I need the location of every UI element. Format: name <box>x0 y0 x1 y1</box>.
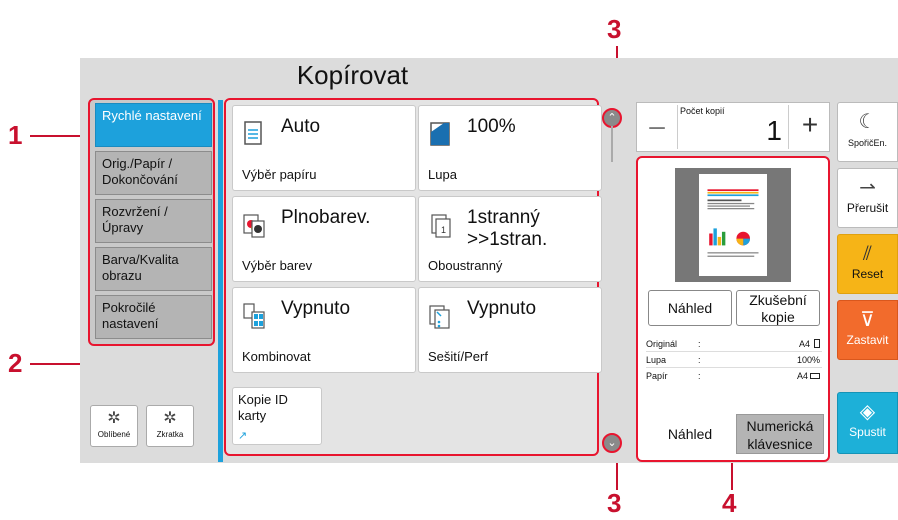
page-title: Kopírovat <box>296 60 409 90</box>
duplex-icon: 1 <box>431 214 451 238</box>
summary-sep: : <box>698 371 701 381</box>
id-card-copy-card[interactable]: Kopie ID karty ↗ <box>232 387 322 445</box>
reset-button[interactable]: ⫽ Reset <box>837 234 898 294</box>
menu-item-quick-setup[interactable]: Rychlé nastavení <box>95 103 212 147</box>
zoom-label: Lupa <box>428 167 457 182</box>
preview-button[interactable]: Náhled <box>648 290 732 326</box>
shortcut-arrow-icon: ↗ <box>238 430 248 442</box>
summary-key: Papír <box>646 371 668 381</box>
callout-4: 4 <box>722 488 737 518</box>
stop-button[interactable]: ⊽ Zastavit <box>837 300 898 360</box>
gear-icon: ✲ <box>107 410 121 427</box>
gear-icon: ✲ <box>163 410 177 427</box>
menu-item-color-quality[interactable]: Barva/Kvalita obrazu <box>95 247 212 291</box>
duplex-card[interactable]: 1 1stranný >>1stran. Oboustranný <box>418 196 602 282</box>
summary-key: Lupa <box>646 355 667 365</box>
callout-1: 1 <box>8 120 23 150</box>
favorites-button[interactable]: ✲ Oblíbené <box>90 405 138 447</box>
id-card-label: Kopie ID karty <box>238 392 288 423</box>
copies-minus-button[interactable]: – <box>639 111 675 141</box>
proof-copy-button[interactable]: Zkušební kopie <box>736 290 820 326</box>
summary-value: 100% <box>796 355 820 365</box>
chevron-up-icon: ⌃ <box>607 112 617 124</box>
interrupt-icon: ⇀ <box>859 177 876 199</box>
callout-3-bottom: 3 <box>607 488 622 518</box>
quick-menu: Rychlé nastavení Orig./Papír / Dokončová… <box>88 98 215 346</box>
zoom-value: 100% <box>467 116 516 137</box>
summary-sep: : <box>698 339 701 349</box>
zoom-icon <box>430 122 450 146</box>
energy-saver-label: SpořičEn. <box>847 138 888 148</box>
start-button[interactable]: ◈ Spustit <box>837 392 898 454</box>
duplex-value: 1stranný >>1stran. <box>467 207 548 250</box>
energy-saver-button[interactable]: ☾ SpořičEn. <box>837 102 898 162</box>
shortcut-button[interactable]: ✲ Zkratka <box>146 405 194 447</box>
preview-panel: Náhled Zkušební kopie Originál : A4 Lupa… <box>636 156 830 462</box>
reset-icon: ⫽ <box>863 243 872 265</box>
start-icon: ◈ <box>859 401 876 423</box>
settings-summary: Originál : A4 Lupa : 100% Papír : A4 <box>646 336 822 384</box>
copies-value: 1 <box>766 115 782 146</box>
combine-card[interactable]: Vypnuto Kombinovat <box>232 287 416 373</box>
callout-4-line <box>731 462 733 490</box>
tab-numeric-keypad[interactable]: Numerická klávesnice <box>736 414 824 454</box>
copies-label: Počet kopií <box>680 106 725 116</box>
color-selection-card[interactable]: Plnobarev. Výběr barev <box>232 196 416 282</box>
copies-input[interactable]: Počet kopií 1 <box>677 105 789 149</box>
duplex-label: Oboustranný <box>428 258 503 273</box>
menu-item-original-paper[interactable]: Orig./Papír / Dokončování <box>95 151 212 195</box>
shortcut-label: Zkratka <box>156 430 184 439</box>
scroll-up-button[interactable]: ⌃ <box>602 108 622 128</box>
summary-value: A4 <box>798 339 810 349</box>
stop-icon: ⊽ <box>860 309 875 331</box>
staple-punch-card[interactable]: Vypnuto Sešití/Perf <box>418 287 602 373</box>
summary-value: A4 <box>796 371 808 381</box>
combine-icon <box>243 303 265 329</box>
staple-value: Vypnuto <box>467 298 537 319</box>
combine-label: Kombinovat <box>242 349 311 364</box>
interrupt-label: Přerušit <box>846 201 889 215</box>
favorites-label: Oblíbené <box>97 430 131 439</box>
callout-3-top: 3 <box>607 14 622 44</box>
summary-row: Lupa : 100% <box>646 352 822 368</box>
copy-count-panel: – Počet kopií 1 + <box>636 102 830 152</box>
menu-item-advanced[interactable]: Pokročilé nastavení <box>95 295 212 339</box>
scrollbar[interactable]: ⌃ ⌄ <box>601 98 623 460</box>
scroll-down-button[interactable]: ⌄ <box>602 433 622 453</box>
staple-icon <box>429 305 450 329</box>
copy-screen: Kopírovat Rychlé nastavení Orig./Papír /… <box>80 58 898 463</box>
reset-label: Reset <box>851 267 884 281</box>
combine-value: Vypnuto <box>281 298 351 319</box>
scroll-track <box>611 126 613 162</box>
document-preview-image <box>699 174 767 276</box>
chevron-down-icon: ⌄ <box>607 437 617 449</box>
interrupt-button[interactable]: ⇀ Přerušit <box>837 168 898 228</box>
callout-2: 2 <box>8 348 23 378</box>
menu-divider <box>218 100 223 462</box>
svg-text:1: 1 <box>441 225 446 235</box>
copies-plus-button[interactable]: + <box>792 110 828 140</box>
moon-icon: ☾ <box>858 111 877 133</box>
staple-label: Sešití/Perf <box>428 349 488 364</box>
summary-row: Papír : A4 <box>646 368 822 384</box>
color-icon <box>243 214 265 238</box>
summary-key: Originál <box>646 339 678 349</box>
stop-label: Zastavit <box>846 333 889 347</box>
paper-icon <box>244 121 262 145</box>
paper-selection-card[interactable]: Auto Výběr papíru <box>232 105 416 191</box>
summary-sep: : <box>698 355 701 365</box>
paper-label: Výběr papíru <box>242 167 317 182</box>
preview-area <box>675 168 791 282</box>
menu-item-layout-edit[interactable]: Rozvržení /Úpravy <box>95 199 212 243</box>
start-label: Spustit <box>849 425 886 439</box>
color-label: Výběr barev <box>242 258 313 273</box>
tab-preview[interactable]: Náhled <box>648 414 732 454</box>
paper-value: Auto <box>281 116 321 137</box>
function-grid: Auto Výběr papíru 100% Lupa Plnobarev. V… <box>224 98 602 456</box>
portrait-icon <box>814 339 820 348</box>
color-value: Plnobarev. <box>281 207 371 228</box>
summary-row: Originál : A4 <box>646 336 822 352</box>
landscape-icon <box>810 373 820 379</box>
zoom-card[interactable]: 100% Lupa <box>418 105 602 191</box>
